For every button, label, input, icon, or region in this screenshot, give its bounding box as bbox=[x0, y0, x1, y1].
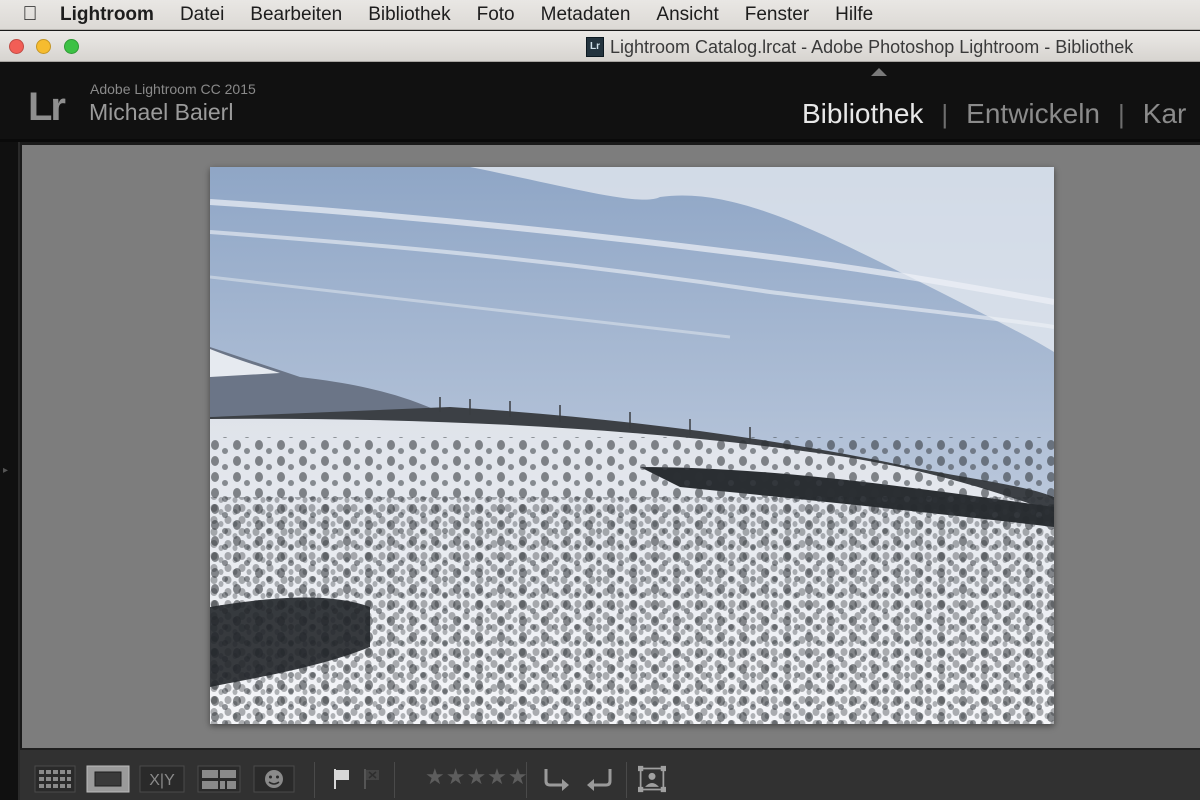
document-icon: Lr bbox=[586, 37, 604, 57]
toolbar-separator bbox=[394, 762, 395, 798]
menu-hilfe[interactable]: Hilfe bbox=[835, 4, 873, 26]
menu-ansicht[interactable]: Ansicht bbox=[656, 4, 718, 26]
compare-view-icon[interactable]: X|Y bbox=[139, 765, 185, 793]
pick-flag-icon[interactable] bbox=[330, 765, 354, 793]
toolbar-separator bbox=[314, 762, 315, 798]
grid-view-icon[interactable] bbox=[34, 765, 76, 793]
menu-metadaten[interactable]: Metadaten bbox=[541, 4, 631, 26]
module-separator: | bbox=[1118, 98, 1125, 129]
mac-menubar:  Lightroom Datei Bearbeiten Bibliothek … bbox=[0, 0, 1200, 30]
toolbar-separator bbox=[626, 762, 627, 798]
compare-label: X|Y bbox=[149, 772, 175, 789]
reject-flag-icon[interactable] bbox=[360, 765, 384, 793]
window-title: Lightroom Catalog.lrcat - Adobe Photosho… bbox=[610, 37, 1134, 57]
loupe-view-icon[interactable] bbox=[86, 765, 130, 793]
module-entwickeln[interactable]: Entwickeln bbox=[966, 98, 1100, 130]
photo-preview[interactable] bbox=[210, 167, 1054, 724]
expand-left-panel-icon[interactable]: ▸ bbox=[3, 465, 11, 479]
identity-user-name: Michael Baierl bbox=[89, 99, 234, 125]
menu-lightroom[interactable]: Lightroom bbox=[60, 4, 154, 26]
minimize-window-button[interactable] bbox=[36, 39, 51, 54]
collapse-top-panel-icon[interactable] bbox=[871, 68, 887, 76]
close-window-button[interactable] bbox=[9, 39, 24, 54]
module-separator: | bbox=[941, 98, 949, 129]
survey-view-icon[interactable] bbox=[197, 765, 241, 793]
module-picker: Bibliothek | Entwickeln | Kar bbox=[802, 97, 1186, 131]
rotate-right-icon[interactable] bbox=[582, 765, 616, 793]
menu-bibliothek[interactable]: Bibliothek bbox=[368, 4, 450, 26]
bottom-toolbar: X|Y ★★★★★ bbox=[20, 748, 1200, 800]
product-name: Adobe Lightroom CC 2015 bbox=[90, 81, 256, 97]
window-titlebar: Lr Lightroom Catalog.lrcat - Adobe Photo… bbox=[0, 31, 1200, 62]
people-view-icon[interactable] bbox=[253, 765, 295, 793]
apple-logo-icon[interactable]:  bbox=[0, 3, 60, 26]
crop-overlay-icon[interactable] bbox=[634, 765, 670, 793]
lightroom-logo: Lr bbox=[28, 85, 66, 129]
toolbar-separator bbox=[526, 762, 527, 798]
menu-bearbeiten[interactable]: Bearbeiten bbox=[250, 4, 342, 26]
maximize-window-button[interactable] bbox=[64, 39, 79, 54]
star-rating[interactable]: ★★★★★ bbox=[425, 764, 529, 790]
rotate-left-icon[interactable] bbox=[540, 765, 574, 793]
menu-datei[interactable]: Datei bbox=[180, 4, 224, 26]
snow-landscape-image bbox=[210, 167, 1054, 724]
module-bibliothek[interactable]: Bibliothek bbox=[802, 98, 923, 130]
menu-fenster[interactable]: Fenster bbox=[745, 4, 809, 26]
menu-foto[interactable]: Foto bbox=[477, 4, 515, 26]
module-karte[interactable]: Kar bbox=[1143, 98, 1187, 130]
